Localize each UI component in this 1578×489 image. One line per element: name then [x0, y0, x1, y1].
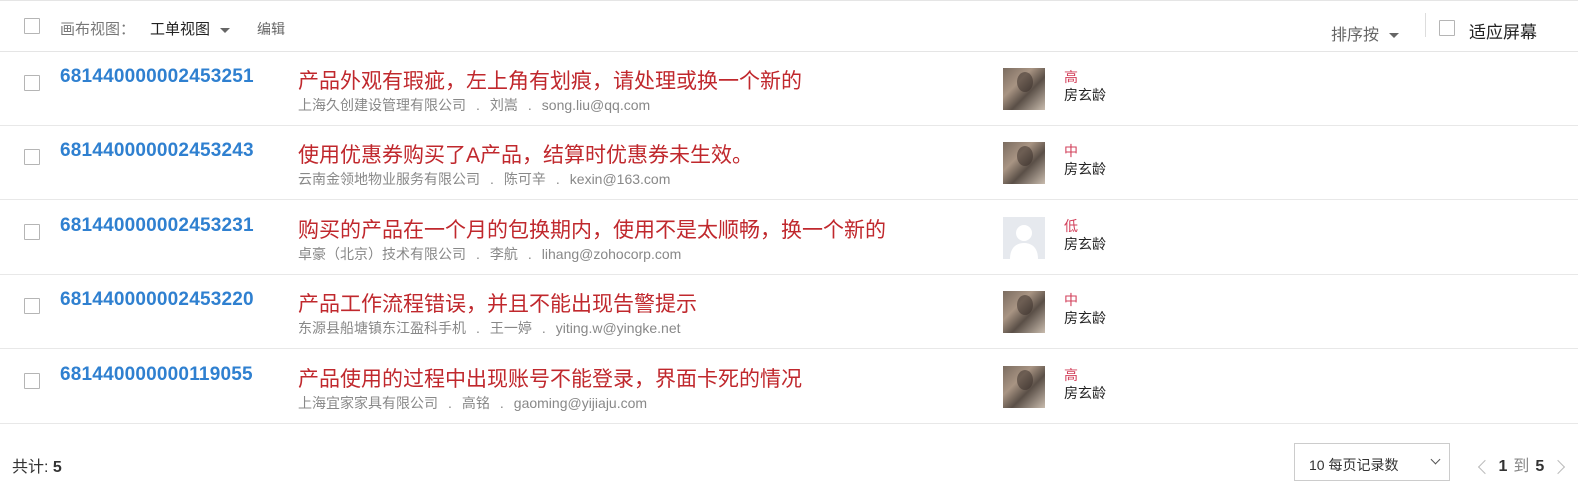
page-to: 5	[1535, 458, 1545, 475]
ticket-subject-link[interactable]: 产品外观有瑕疵，左上角有划痕，请处理或换一个新的	[298, 65, 802, 95]
ticket-id-link[interactable]: 681440000002453231	[60, 215, 254, 237]
meta-separator: .	[476, 245, 480, 262]
sort-by-label: 排序按	[1331, 27, 1380, 44]
page-from: 1	[1498, 458, 1508, 475]
assignee-avatar	[1003, 365, 1045, 408]
company-name: 东源县船塘镇东江盈科手机	[298, 320, 466, 337]
contact-email: kexin@163.com	[569, 171, 671, 188]
priority-label: 中	[1064, 143, 1078, 160]
assignee-avatar	[1003, 216, 1045, 259]
ticket-row[interactable]: 681440000002453231 购买的产品在一个月的包换期内，使用不是太顺畅…	[0, 201, 1578, 275]
ticket-row[interactable]: 681440000002453243 使用优惠券购买了A产品，结算时优惠券未生效。…	[0, 126, 1578, 201]
meta-separator: .	[499, 394, 504, 411]
ticket-row[interactable]: 681440000002453220 产品工作流程错误，并且不能出现告警提示 东源县…	[0, 275, 1578, 350]
ticket-subject-link[interactable]: 购买的产品在一个月的包换期内，使用不是太顺畅，换一个新的	[298, 214, 886, 244]
total-value: 5	[52, 459, 62, 476]
ticket-subject-link[interactable]: 使用优惠券购买了A产品，结算时优惠券未生效。	[298, 139, 753, 169]
pagination: 1到5	[1477, 452, 1565, 476]
sort-by-dropdown[interactable]: 排序按	[1331, 21, 1400, 45]
row-checkbox[interactable]	[24, 223, 40, 240]
meta-separator: .	[476, 320, 480, 337]
row-checkbox[interactable]	[24, 75, 40, 91]
assignee-name: 房玄龄	[1064, 384, 1106, 401]
meta-separator: .	[541, 320, 546, 337]
meta-separator: .	[527, 245, 532, 262]
ticket-meta: 上海宜家家具有限公司. 高铭. gaoming@yijiaju.com	[298, 393, 647, 413]
next-page-icon[interactable]	[1550, 459, 1565, 474]
canvas-view-label: 画布视图：	[60, 21, 136, 38]
assignee-avatar	[1003, 142, 1045, 185]
assignee-name: 房玄龄	[1064, 161, 1106, 178]
meta-separator: .	[555, 171, 560, 188]
previous-page-icon[interactable]	[1477, 459, 1493, 474]
row-checkbox[interactable]	[24, 372, 40, 389]
total-label: 共计:	[12, 459, 49, 476]
contact-email: song.liu@qq.com	[541, 97, 651, 113]
company-name: 卓豪（北京）技术有限公司	[298, 245, 466, 262]
ticket-subject-link[interactable]: 产品使用的过程中出现账号不能登录，界面卡死的情况	[298, 363, 802, 393]
records-per-page-select[interactable]: 10 每页记录数	[1294, 443, 1450, 481]
ticket-meta: 卓豪（北京）技术有限公司. 李航. lihang@zohocorp.com	[298, 244, 681, 264]
fit-screen-label: 适应屏幕	[1469, 23, 1537, 42]
meta-separator: .	[490, 171, 494, 188]
contact-name: 刘嵩	[489, 97, 518, 113]
meta-separator: .	[527, 97, 532, 113]
ticket-meta: 东源县船塘镇东江盈科手机. 王一婷. yiting.w@yingke.net	[298, 318, 681, 338]
priority-label: 低	[1064, 217, 1078, 234]
priority-label: 中	[1064, 292, 1078, 309]
list-toolbar: 画布视图： 工单视图 编辑 排序按 适应屏幕	[0, 0, 1578, 52]
company-name: 上海宜家家具有限公司	[298, 394, 438, 411]
assignee-avatar	[1003, 68, 1045, 110]
contact-name: 陈可辛	[503, 171, 546, 188]
contact-email: gaoming@yijiaju.com	[513, 394, 648, 411]
select-all-checkbox[interactable]	[24, 18, 40, 34]
view-name: 工单视图	[150, 21, 211, 38]
ticket-meta: 云南金领地物业服务有限公司. 陈可辛. kexin@163.com	[298, 169, 670, 189]
ticket-id-link[interactable]: 681440000000119055	[60, 364, 253, 386]
assignee-name: 房玄龄	[1064, 235, 1106, 252]
contact-name: 高铭	[461, 394, 490, 411]
contact-name: 王一婷	[489, 320, 532, 337]
edit-view-link[interactable]: 编辑	[257, 19, 285, 39]
chevron-down-icon	[1389, 33, 1400, 39]
meta-separator: .	[476, 97, 480, 113]
records-per-page-value: 10 每页记录数	[1309, 457, 1399, 473]
priority-label: 高	[1064, 69, 1078, 85]
contact-name: 李航	[489, 245, 518, 262]
assignee-name: 房玄龄	[1064, 87, 1106, 103]
ticket-subject-link[interactable]: 产品工作流程错误，并且不能出现告警提示	[298, 288, 697, 318]
ticket-row[interactable]: 681440000002453251 产品外观有瑕疵，左上角有划痕，请处理或换一个…	[0, 52, 1578, 126]
company-name: 上海久创建设管理有限公司	[298, 97, 466, 113]
ticket-id-link[interactable]: 681440000002453251	[60, 66, 254, 88]
chevron-down-icon	[1430, 454, 1441, 465]
row-checkbox[interactable]	[24, 149, 40, 166]
contact-email: yiting.w@yingke.net	[555, 320, 681, 337]
toolbar-divider	[1425, 13, 1426, 37]
meta-separator: .	[448, 394, 452, 411]
assignee-name: 房玄龄	[1064, 310, 1106, 327]
ticket-meta: 上海久创建设管理有限公司. 刘嵩. song.liu@qq.com	[298, 95, 650, 115]
contact-email: lihang@zohocorp.com	[541, 245, 682, 262]
company-name: 云南金领地物业服务有限公司	[298, 171, 480, 188]
page-to-label: 到	[1513, 458, 1530, 475]
assignee-avatar	[1003, 291, 1045, 334]
priority-label: 高	[1064, 366, 1078, 383]
row-checkbox[interactable]	[24, 298, 40, 315]
ticket-row[interactable]: 681440000000119055 产品使用的过程中出现账号不能登录，界面卡死的…	[0, 350, 1578, 424]
fit-screen-checkbox[interactable]	[1439, 20, 1455, 36]
ticket-id-link[interactable]: 681440000002453243	[60, 140, 254, 162]
chevron-down-icon	[220, 27, 231, 33]
total-count: 共计: 5	[12, 453, 62, 477]
view-selector[interactable]: 工单视图	[150, 18, 231, 39]
ticket-id-link[interactable]: 681440000002453220	[60, 289, 254, 311]
